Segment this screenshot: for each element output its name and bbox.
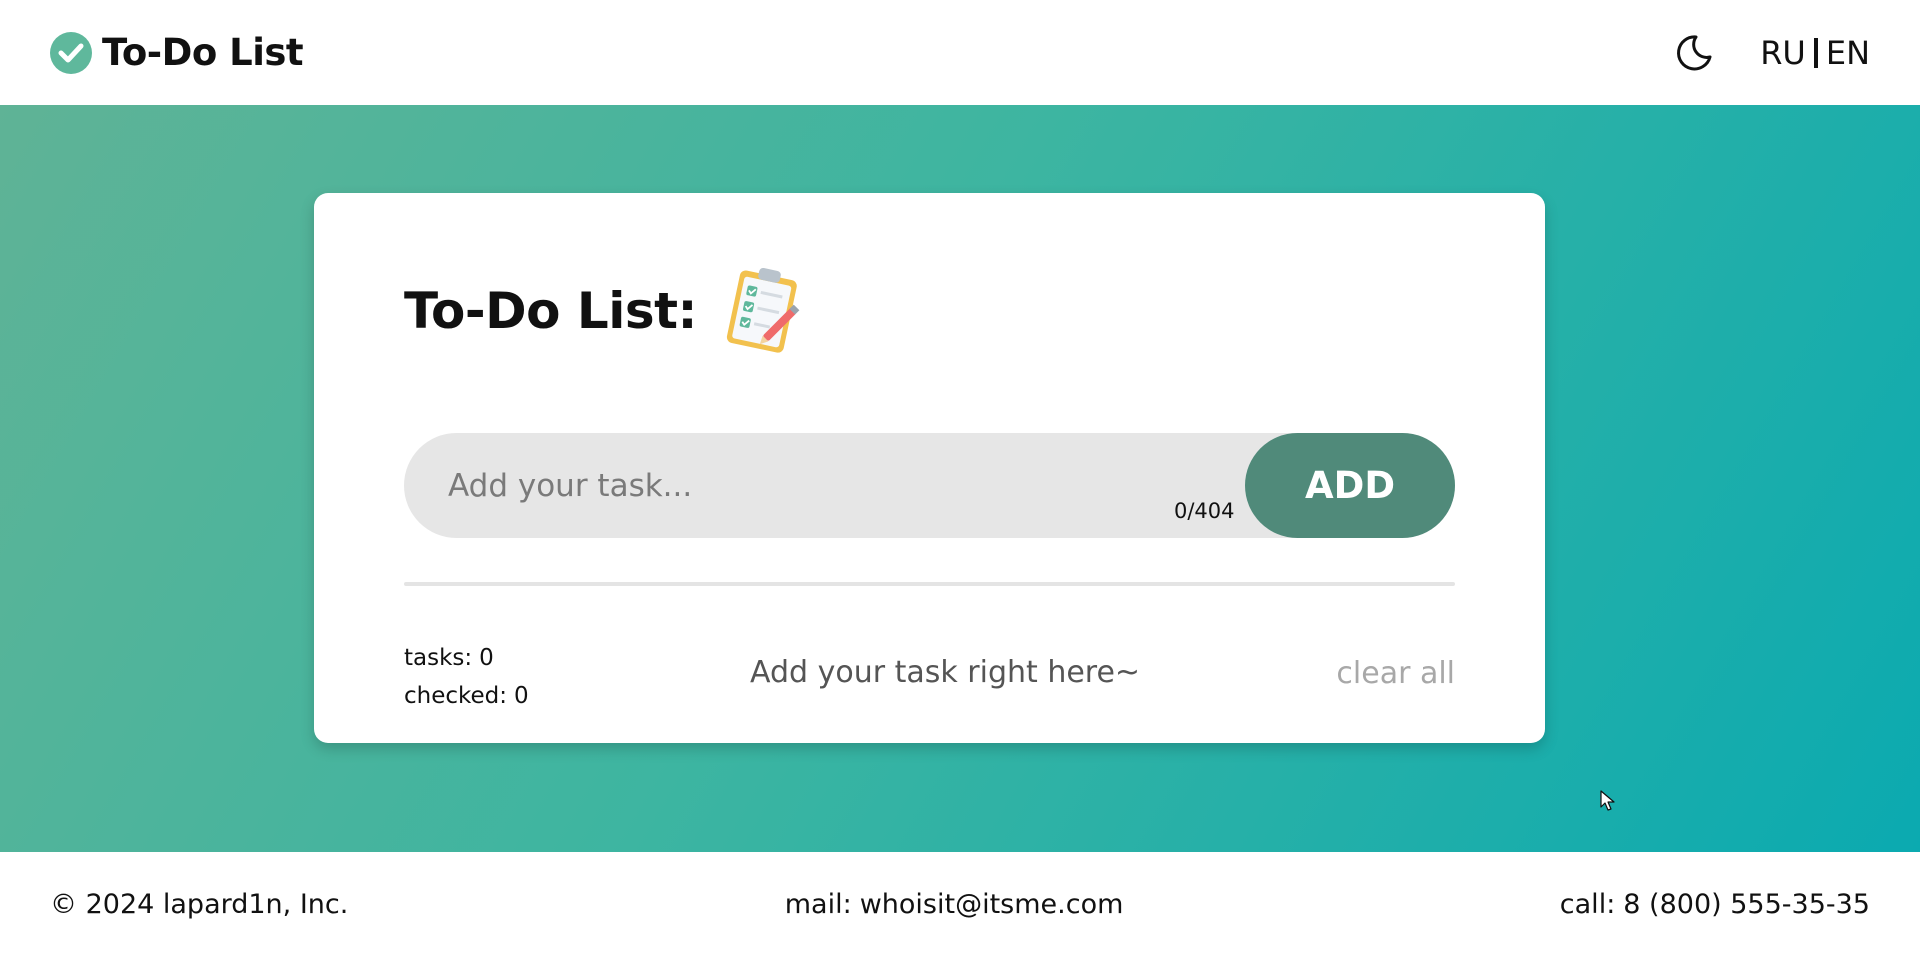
brand[interactable]: To-Do List bbox=[50, 31, 304, 74]
card-title: To-Do List: bbox=[404, 282, 698, 340]
tasks-label: tasks: bbox=[404, 645, 473, 671]
lang-ru-button[interactable]: RU bbox=[1760, 34, 1806, 72]
app-header: To-Do List RU EN bbox=[0, 0, 1920, 105]
checked-value: 0 bbox=[514, 683, 529, 709]
checked-count: checked: 0 bbox=[404, 677, 529, 715]
call-label: call: bbox=[1559, 889, 1616, 920]
language-switcher: RU EN bbox=[1760, 34, 1870, 72]
theme-toggle-button[interactable] bbox=[1672, 31, 1716, 75]
footer-mail: mail: whoisit@itsme.com bbox=[785, 889, 1124, 920]
todo-card: To-Do List: Add your task... 0/404 ADD t… bbox=[314, 193, 1545, 743]
empty-state-hint: Add your task right here~ bbox=[750, 655, 1141, 690]
divider bbox=[404, 582, 1455, 586]
main-area: To-Do List: Add your task... 0/404 ADD t… bbox=[0, 105, 1920, 852]
task-input[interactable] bbox=[448, 433, 1208, 538]
tasks-count: tasks: 0 bbox=[404, 639, 529, 677]
lang-separator bbox=[1813, 37, 1818, 68]
mail-link[interactable]: whoisit@itsme.com bbox=[860, 889, 1124, 920]
checked-label: checked: bbox=[404, 683, 508, 709]
moon-icon bbox=[1677, 34, 1712, 70]
clear-all-button[interactable]: clear all bbox=[1336, 656, 1455, 691]
footer-call: call: 8 (800) 555-35-35 bbox=[1560, 889, 1870, 920]
task-stats: tasks: 0 checked: 0 bbox=[404, 639, 529, 715]
add-task-button[interactable]: ADD bbox=[1245, 433, 1455, 538]
brand-title: To-Do List bbox=[102, 31, 304, 74]
clipboard-checklist-icon bbox=[726, 267, 800, 353]
char-counter: 0/404 bbox=[1174, 499, 1235, 523]
tasks-value: 0 bbox=[479, 645, 494, 671]
mouse-cursor-icon bbox=[1600, 790, 1615, 811]
task-input-row: 0/404 ADD bbox=[404, 433, 1455, 538]
phone-link[interactable]: 8 (800) 555-35-35 bbox=[1623, 889, 1870, 920]
card-title-row: To-Do List: bbox=[404, 265, 809, 357]
copyright: © 2024 lapard1n, Inc. bbox=[50, 889, 349, 920]
app-footer: © 2024 lapard1n, Inc. mail: whoisit@itsm… bbox=[0, 852, 1920, 957]
header-controls: RU EN bbox=[1672, 31, 1870, 75]
mail-label: mail: bbox=[784, 889, 852, 920]
check-circle-icon bbox=[50, 31, 92, 74]
lang-en-button[interactable]: EN bbox=[1826, 34, 1870, 72]
